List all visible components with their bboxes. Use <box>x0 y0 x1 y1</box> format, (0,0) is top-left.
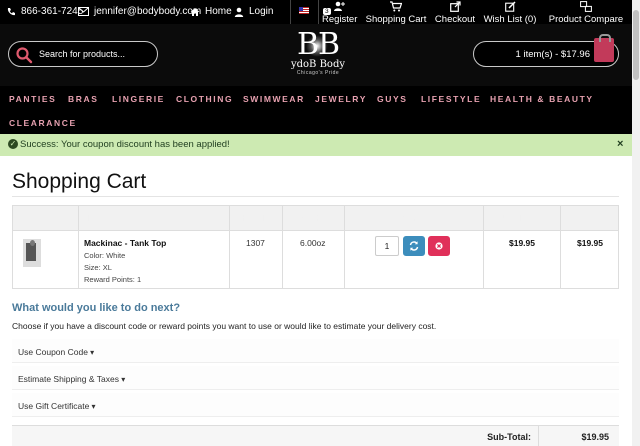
nav-item-bras[interactable]: BRAS <box>68 94 99 104</box>
column-header-model: Model <box>243 214 265 223</box>
divider <box>318 0 319 24</box>
remove-item-button[interactable] <box>428 236 450 256</box>
nav-item-clearance[interactable]: CLEARANCE <box>9 118 77 128</box>
shopping-cart-link[interactable]: Shopping Cart <box>365 0 427 25</box>
column-divider <box>538 426 539 446</box>
cart-icon <box>365 1 427 13</box>
accordion-gift-certificate[interactable]: Use Gift Certificate <box>12 393 619 417</box>
external-link-icon <box>434 1 476 13</box>
column-divider <box>282 206 283 288</box>
column-divider <box>78 206 79 288</box>
close-alert-button[interactable]: × <box>617 138 623 150</box>
site-header: Search for products... BB ydoB Body Chic… <box>0 24 632 86</box>
search-input[interactable]: Search for products... <box>39 49 125 59</box>
alert-message: Success: Your coupon discount has been a… <box>20 139 230 150</box>
cart-table: Image Product Name Model Weight Quantity… <box>12 205 619 289</box>
product-weight: 6.00oz <box>300 238 326 248</box>
search-icon[interactable] <box>15 46 33 64</box>
divider <box>12 196 619 197</box>
logo-tagline: Chicago's Pride <box>296 70 340 76</box>
column-header-image: Image <box>37 214 60 223</box>
email-address: jennifer@bodybody.com <box>94 6 202 17</box>
nav-item-clothing[interactable]: CLOTHING <box>176 94 233 104</box>
accordion-estimate-shipping-label: Estimate Shipping & Taxes <box>18 374 125 384</box>
next-steps-heading: What would you like to do next? <box>12 302 181 314</box>
phone-link[interactable]: 866-361-7245 <box>6 6 83 17</box>
column-divider <box>560 206 561 288</box>
divider <box>290 0 291 24</box>
wishlist-link[interactable]: Wish List (0) <box>483 0 537 25</box>
email-link[interactable]: jennifer@bodybody.com <box>78 6 201 17</box>
cart-summary-text: 1 item(s) - $17.96 <box>515 49 590 60</box>
accordion-gift-certificate-label: Use Gift Certificate <box>18 401 96 411</box>
page-title: Shopping Cart <box>12 170 147 193</box>
column-divider <box>229 206 230 288</box>
us-flag-icon <box>299 7 309 14</box>
cart-summary-button[interactable]: 1 item(s) - $17.96 <box>473 34 619 67</box>
column-header-unit-price: Unit Price <box>503 214 538 223</box>
product-compare-link[interactable]: Product Compare (0) <box>543 0 629 36</box>
checkout-link[interactable]: Checkout <box>434 0 476 25</box>
home-link[interactable]: Home <box>190 6 232 17</box>
totals-table: Sub-Total: $19.95 <box>12 425 619 446</box>
compare-icon <box>543 1 629 13</box>
search-box[interactable]: Search for products... <box>8 41 158 67</box>
column-divider <box>344 206 345 288</box>
product-option-size: Size: XL <box>84 263 112 272</box>
product-name-link[interactable]: Mackinac - Tank Top <box>84 238 166 248</box>
quantity-input[interactable]: 1 <box>375 236 399 256</box>
column-header-total: Total <box>583 214 600 223</box>
nav-item-health-beauty[interactable]: HEALTH & BEAUTY <box>490 94 594 104</box>
nav-item-panties[interactable]: PANTIES <box>9 94 56 104</box>
page-scrollbar[interactable] <box>632 0 640 446</box>
next-steps-description: Choose if you have a discount code or re… <box>12 321 437 331</box>
check-circle-icon: ✓ <box>8 139 18 149</box>
row-total: $19.95 <box>577 238 603 248</box>
language-selector[interactable] <box>299 7 309 14</box>
product-option-color: Color: White <box>84 251 126 260</box>
shopping-bag-icon <box>594 34 614 62</box>
column-header-quantity: Quantity <box>398 214 428 223</box>
column-header-product-name: Product Name <box>88 214 140 223</box>
accordion-estimate-shipping[interactable]: Estimate Shipping & Taxes <box>12 366 619 390</box>
site-logo[interactable]: BB ydoB Body Chicago's Pride <box>278 27 358 83</box>
nav-item-jewelry[interactable]: JEWELRY <box>315 94 367 104</box>
envelope-icon <box>78 7 89 16</box>
success-alert: ✓ Success: Your coupon discount has been… <box>0 134 632 156</box>
product-reward-points: Reward Points: 1 <box>84 275 142 284</box>
pencil-icon <box>483 1 537 13</box>
register-link[interactable]: Register 3 <box>322 0 357 25</box>
product-thumbnail[interactable] <box>23 239 41 267</box>
nav-item-lifestyle[interactable]: LIFESTYLE <box>421 94 481 104</box>
notification-badge: 3 <box>323 8 331 15</box>
refresh-icon <box>409 241 419 251</box>
phone-number: 866-361-7245 <box>21 6 84 17</box>
nav-item-guys[interactable]: GUYS <box>377 94 408 104</box>
login-link[interactable]: Login <box>234 6 273 17</box>
table-header-row: Image Product Name Model Weight Quantity… <box>13 206 618 231</box>
column-divider <box>483 206 484 288</box>
page: 866-361-7245 jennifer@bodybody.com Home … <box>0 0 640 446</box>
product-model: 1307 <box>246 238 265 248</box>
scrollbar-thumb[interactable] <box>633 10 639 80</box>
home-label: Home <box>205 6 232 17</box>
top-bar: 866-361-7245 jennifer@bodybody.com Home … <box>0 0 632 36</box>
accordion-coupon-code[interactable]: Use Coupon Code <box>12 339 619 363</box>
login-label: Login <box>249 6 274 17</box>
subtotal-value: $19.95 <box>581 432 609 442</box>
home-icon <box>190 7 200 16</box>
column-header-weight: Weight <box>298 214 323 223</box>
phone-icon <box>7 7 15 15</box>
nav-item-lingerie[interactable]: LINGERIE <box>112 94 165 104</box>
subtotal-label: Sub-Total: <box>487 432 531 442</box>
times-circle-icon <box>435 242 443 250</box>
accordion-coupon-code-label: Use Coupon Code <box>18 347 94 357</box>
logo-monogram: BB <box>296 27 340 62</box>
update-quantity-button[interactable] <box>403 236 425 256</box>
nav-item-swimwear[interactable]: SWIMWEAR <box>243 94 305 104</box>
user-icon <box>234 7 244 17</box>
unit-price: $19.95 <box>509 238 535 248</box>
main-navigation: PANTIES BRAS LINGERIE CLOTHING SWIMWEAR … <box>0 86 632 134</box>
